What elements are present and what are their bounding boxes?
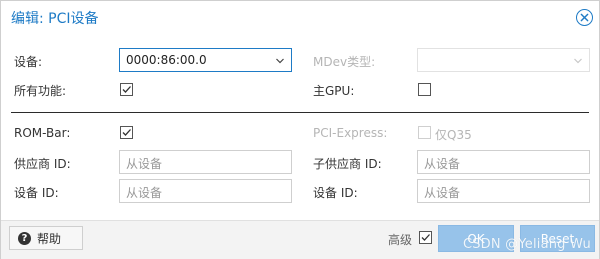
device-id-placeholder: 从设备 xyxy=(126,186,163,200)
advanced-label: 高级 xyxy=(388,233,413,247)
device-select[interactable]: 0000:86:00.0 xyxy=(119,48,292,72)
vendor-id-placeholder: 从设备 xyxy=(126,157,163,171)
dialog-header: 编辑: PCI设备 xyxy=(1,1,599,35)
section-divider xyxy=(11,112,589,113)
subvendor-id-input[interactable]: 从设备 xyxy=(417,150,590,174)
checkmark-icon xyxy=(122,86,131,93)
subdevice-id-placeholder: 从设备 xyxy=(424,186,461,200)
device-id-label: 设备 ID: xyxy=(14,186,59,200)
ok-button[interactable]: OK xyxy=(438,225,514,252)
dialog-title: 编辑: PCI设备 xyxy=(11,11,99,27)
subvendor-id-placeholder: 从设备 xyxy=(424,157,461,171)
help-button-label: 帮助 xyxy=(37,231,62,246)
subvendor-id-label: 子供应商 ID: xyxy=(313,157,382,171)
dialog-footer: ? 帮助 高级 OK Reset xyxy=(1,220,599,259)
all-functions-checkbox[interactable] xyxy=(120,83,133,96)
rombar-checkbox[interactable] xyxy=(120,126,133,139)
help-button[interactable]: ? 帮助 xyxy=(9,226,83,250)
vendor-id-input[interactable]: 从设备 xyxy=(119,150,292,174)
device-select-value: 0000:86:00.0 xyxy=(126,53,207,67)
rombar-label: ROM-Bar: xyxy=(14,126,71,140)
close-icon xyxy=(580,13,589,22)
advanced-checkbox[interactable] xyxy=(419,231,432,244)
chevron-down-icon xyxy=(574,58,582,64)
vendor-id-label: 供应商 ID: xyxy=(14,157,71,171)
chevron-down-icon xyxy=(276,58,284,64)
edit-pci-device-dialog: 编辑: PCI设备 设备: 0000:86:00.0 MDev类型: 所有功能: xyxy=(0,0,600,259)
dialog-body: 设备: 0000:86:00.0 MDev类型: 所有功能: 主GPU: ROM… xyxy=(1,35,599,221)
pcie-label: PCI-Express: xyxy=(313,126,388,140)
question-icon: ? xyxy=(18,231,31,245)
subdevice-id-label: 设备 ID: xyxy=(313,186,358,200)
device-label: 设备: xyxy=(14,55,43,69)
mdev-type-select xyxy=(417,48,590,72)
all-functions-label: 所有功能: xyxy=(14,84,67,98)
reset-button[interactable]: Reset xyxy=(520,225,595,252)
subdevice-id-input[interactable]: 从设备 xyxy=(417,179,590,203)
mdev-type-label: MDev类型: xyxy=(313,55,376,69)
pcie-checkbox xyxy=(418,126,431,139)
primary-gpu-checkbox[interactable] xyxy=(418,83,431,96)
primary-gpu-label: 主GPU: xyxy=(313,84,355,98)
pcie-option-label: 仅Q35 xyxy=(435,128,472,142)
device-id-input[interactable]: 从设备 xyxy=(119,179,292,203)
close-button[interactable] xyxy=(576,9,593,26)
checkmark-icon xyxy=(122,129,131,136)
checkmark-icon xyxy=(421,234,430,241)
